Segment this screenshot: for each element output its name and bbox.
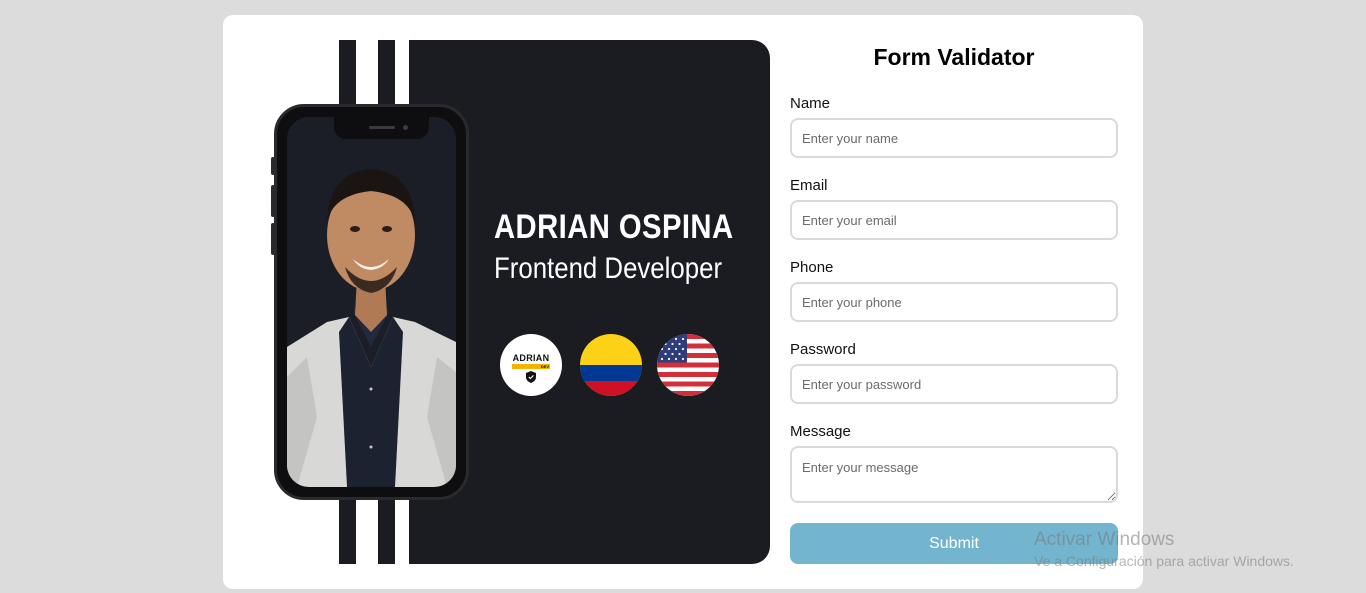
phone-label: Phone xyxy=(790,259,834,276)
phone-screen xyxy=(287,117,456,487)
phone-side-button xyxy=(271,223,275,255)
profile-role: Frontend Developer xyxy=(494,252,723,285)
flag-stripe-blue xyxy=(580,365,642,381)
form-title: Form Validator xyxy=(873,44,1035,70)
logo-text: ADRIAN xyxy=(512,353,550,363)
logo-subtext: DEV xyxy=(540,364,549,369)
phone-mockup xyxy=(271,104,469,500)
email-input[interactable] xyxy=(790,200,1118,240)
windows-activation-text: Ve a Configuración para activar Windows. xyxy=(1034,553,1294,569)
phone-input[interactable] xyxy=(790,282,1118,322)
message-label: Message xyxy=(790,423,851,440)
usa-flag-graphic xyxy=(657,334,719,396)
flag-stripe-red xyxy=(580,381,642,396)
phone-notch xyxy=(334,117,429,139)
phone-side-button xyxy=(271,157,275,175)
phone-speaker xyxy=(369,126,395,129)
phone-side-button xyxy=(271,185,275,217)
adrian-dev-logo-icon: ADRIAN DEV xyxy=(500,334,562,396)
phone-camera xyxy=(403,125,408,130)
name-input[interactable] xyxy=(790,118,1118,158)
profile-name: ADRIAN OSPINA xyxy=(494,208,734,246)
windows-activation-title: Activar Windows xyxy=(1034,529,1175,550)
shield-check-icon xyxy=(526,371,536,383)
email-label: Email xyxy=(790,177,828,194)
password-input[interactable] xyxy=(790,364,1118,404)
password-label: Password xyxy=(790,341,856,358)
name-label: Name xyxy=(790,95,831,112)
profile-photo xyxy=(287,117,456,487)
colombia-flag-icon xyxy=(580,334,642,396)
message-textarea[interactable] xyxy=(790,446,1118,503)
usa-flag-icon xyxy=(657,334,719,396)
